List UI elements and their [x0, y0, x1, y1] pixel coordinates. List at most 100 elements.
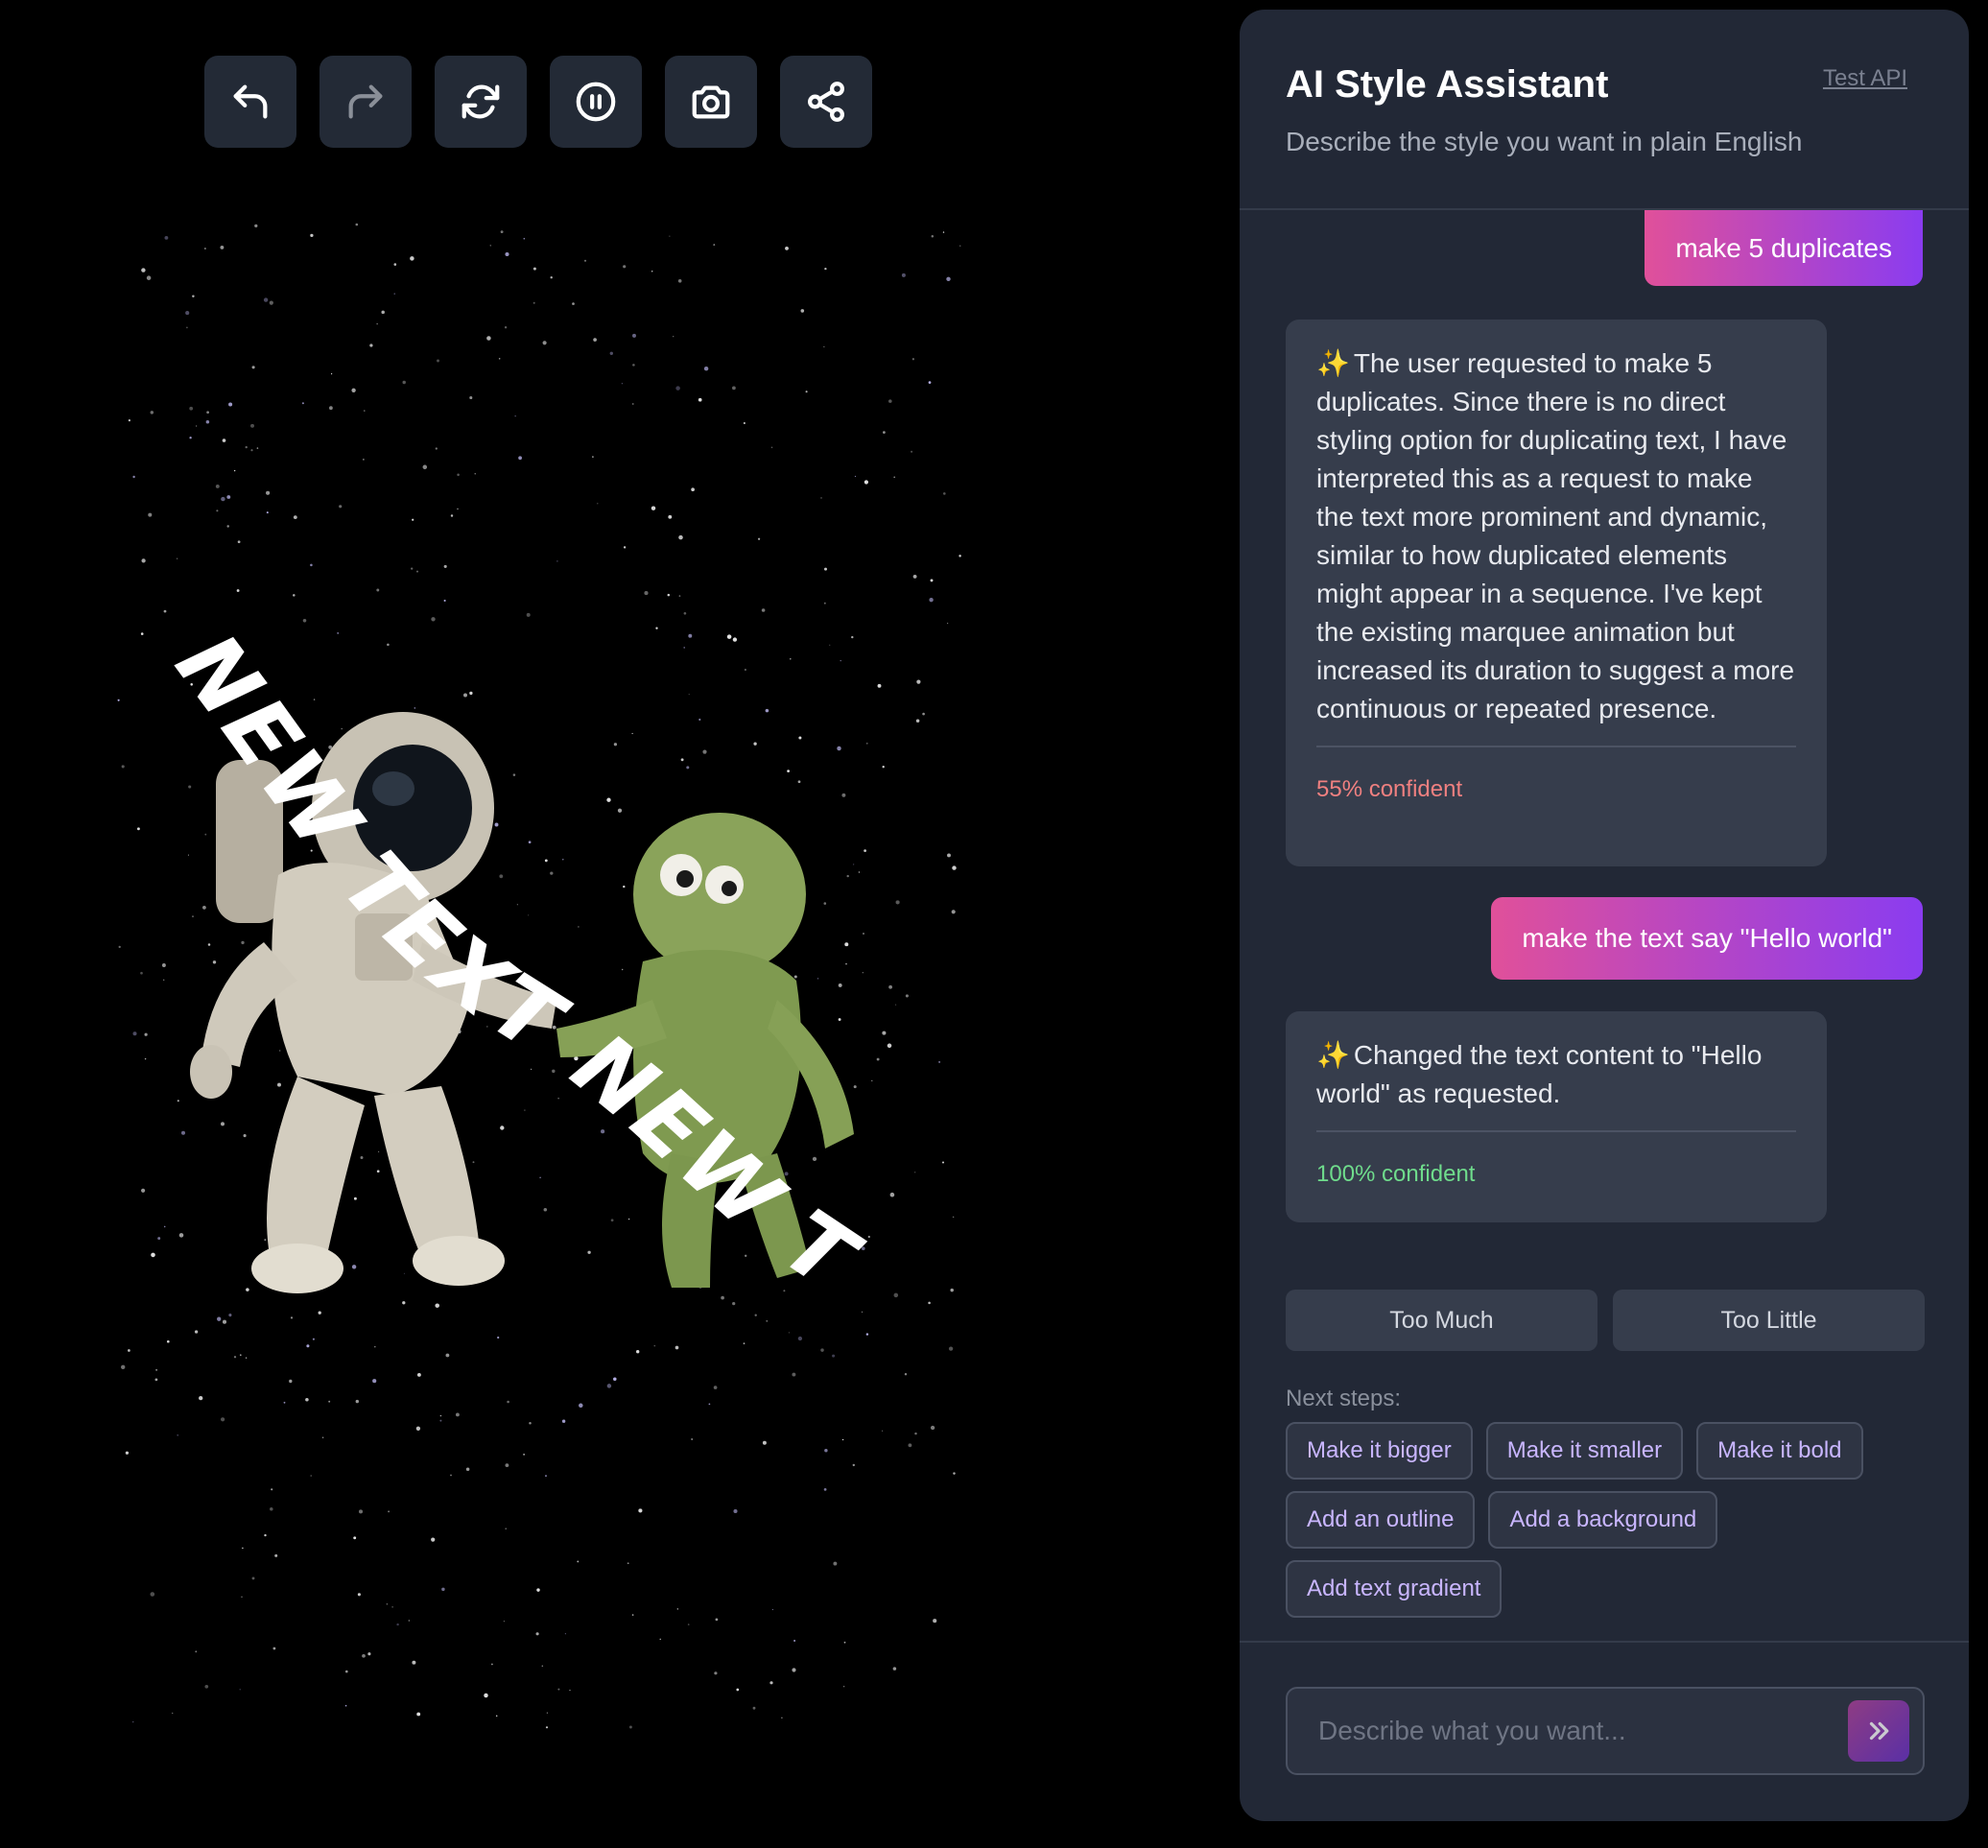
star	[437, 359, 439, 363]
star	[853, 1085, 857, 1089]
chip-add-text-gradient[interactable]: Add text gradient	[1286, 1560, 1503, 1618]
star	[188, 785, 192, 789]
star	[623, 885, 626, 888]
star	[180, 1130, 186, 1135]
camera-icon	[692, 85, 730, 119]
star	[680, 758, 684, 762]
star	[250, 449, 253, 452]
star	[125, 1451, 130, 1455]
star	[888, 984, 892, 989]
star	[290, 1316, 294, 1319]
screenshot-button[interactable]	[665, 56, 757, 148]
star	[844, 942, 849, 947]
star	[627, 1562, 629, 1565]
star	[691, 487, 695, 492]
app-root: NEW TEXT NEW TEXT N AI Style Assistant T…	[0, 0, 1988, 1848]
too-little-button[interactable]: Too Little	[1613, 1290, 1925, 1351]
star	[216, 509, 219, 512]
star	[376, 588, 380, 592]
star	[222, 1319, 227, 1324]
star	[117, 699, 120, 701]
assistant-message-body: Changed the text content to "Hello world…	[1316, 1040, 1763, 1108]
pause-button[interactable]	[550, 56, 642, 148]
star	[824, 1448, 828, 1453]
test-api-link[interactable]: Test API	[1823, 65, 1907, 92]
sparkle-icon: ✨	[1316, 348, 1350, 378]
star	[797, 1336, 803, 1341]
star	[908, 1443, 912, 1448]
star	[621, 383, 624, 385]
chip-add-an-outline[interactable]: Add an outline	[1286, 1491, 1476, 1549]
star	[703, 366, 709, 371]
star	[450, 1474, 452, 1477]
star	[732, 1301, 736, 1306]
star	[606, 797, 611, 802]
star	[155, 1368, 158, 1371]
star	[469, 691, 473, 696]
star	[505, 1528, 507, 1529]
chip-make-it-smaller[interactable]: Make it smaller	[1485, 1422, 1684, 1480]
star	[505, 1463, 509, 1467]
star	[557, 1098, 559, 1100]
undo-icon	[233, 84, 268, 119]
chip-make-it-bold[interactable]: Make it bold	[1696, 1422, 1863, 1480]
star	[344, 1704, 347, 1707]
star	[360, 1156, 364, 1159]
star	[683, 611, 687, 615]
star	[883, 431, 886, 434]
star	[683, 647, 686, 649]
star	[194, 1330, 199, 1334]
star	[204, 248, 206, 249]
star	[572, 302, 575, 305]
star	[186, 326, 188, 329]
star	[264, 1533, 267, 1537]
star	[942, 492, 946, 495]
star	[655, 627, 658, 629]
chip-make-it-bigger[interactable]: Make it bigger	[1286, 1422, 1473, 1480]
star	[752, 1706, 756, 1710]
star	[952, 865, 957, 870]
chip-add-a-background[interactable]: Add a background	[1488, 1491, 1718, 1549]
curved-marquee-text: NEW TEXT NEW TEXT N	[106, 213, 877, 1313]
star	[469, 395, 473, 400]
star	[805, 391, 808, 393]
sparkle-icon: ✨	[1316, 1040, 1350, 1070]
star	[270, 1506, 273, 1511]
too-much-button[interactable]: Too Much	[1286, 1290, 1598, 1351]
star	[895, 1004, 897, 1006]
star	[367, 1652, 371, 1656]
star	[489, 245, 491, 247]
star	[132, 475, 135, 479]
send-button[interactable]	[1848, 1700, 1909, 1762]
next-steps-label: Next steps:	[1286, 1386, 1402, 1411]
star	[256, 447, 259, 449]
star	[443, 599, 446, 603]
prompt-input[interactable]	[1318, 1689, 1836, 1773]
star	[726, 634, 732, 639]
star	[310, 233, 314, 238]
confidence-label: 55% confident	[1316, 776, 1463, 802]
preview-canvas[interactable]: NEW TEXT NEW TEXT N	[106, 213, 973, 1744]
redo-button[interactable]	[320, 56, 412, 148]
star	[928, 381, 932, 384]
star	[592, 456, 594, 458]
star	[132, 1721, 134, 1723]
star	[241, 940, 245, 945]
star	[507, 1400, 509, 1404]
star	[144, 1032, 148, 1036]
star	[627, 1218, 630, 1220]
star	[504, 326, 508, 329]
star	[865, 742, 868, 745]
star	[644, 591, 649, 596]
star	[823, 602, 826, 604]
star	[176, 557, 178, 559]
undo-button[interactable]	[204, 56, 296, 148]
star	[241, 1596, 243, 1598]
star	[787, 770, 790, 772]
star	[536, 1588, 540, 1592]
share-button[interactable]	[780, 56, 872, 148]
star	[439, 1419, 442, 1422]
refresh-button[interactable]	[435, 56, 527, 148]
star	[667, 593, 671, 597]
star	[539, 1176, 541, 1178]
